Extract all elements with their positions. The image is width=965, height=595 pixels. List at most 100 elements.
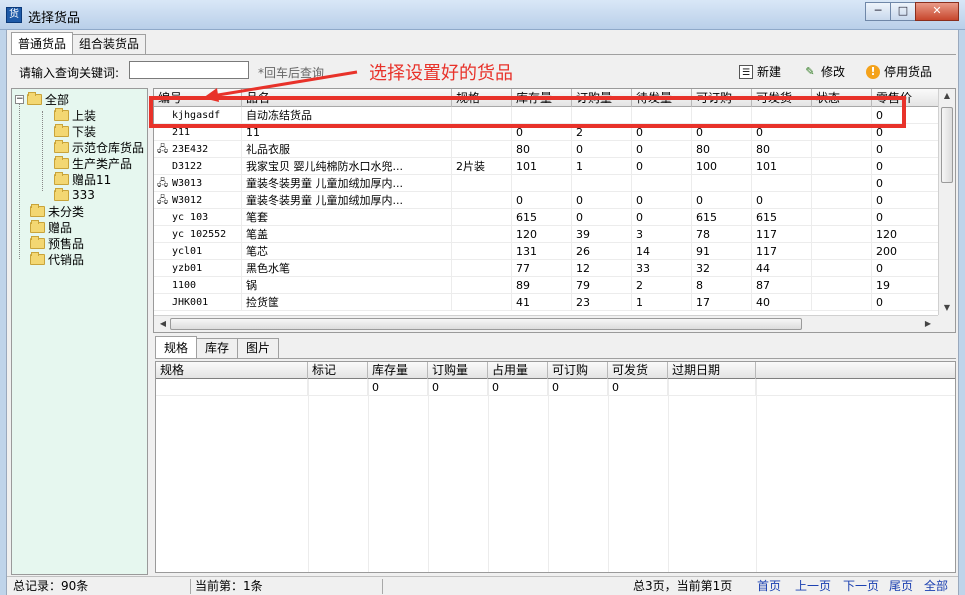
tree-item-tops[interactable]: 上装 xyxy=(54,107,96,123)
cell-code: D3122 xyxy=(154,158,242,175)
minimize-button[interactable]: ─ xyxy=(865,2,891,21)
tree-item-presale[interactable]: 预售品 xyxy=(30,235,84,251)
cell-pending xyxy=(632,107,692,124)
column-divider xyxy=(756,379,757,572)
cell-name: 锅 xyxy=(242,277,452,294)
tree-item-uncategorized[interactable]: 未分类 xyxy=(30,203,84,219)
column-header-name[interactable]: 品名 xyxy=(242,89,452,107)
edit-button[interactable]: ✎ 修改 xyxy=(803,63,845,80)
table-row[interactable]: kjhgasdf 自动冻结货品 0 xyxy=(154,107,939,124)
cell-pending: 3 xyxy=(632,226,692,243)
scroll-right-icon[interactable]: ▶ xyxy=(920,319,936,328)
cell-price: 0 xyxy=(872,158,939,175)
tree-item-gifts[interactable]: 赠品 xyxy=(30,219,72,235)
table-row[interactable]: JHK001 捡货筐 41 23 1 17 40 0 xyxy=(154,294,939,311)
table-row[interactable]: 🖧 W3012 童装冬装男童 儿童加绒加厚内... 0 0 0 0 0 0 xyxy=(154,192,939,209)
folder-icon xyxy=(54,171,69,185)
folder-icon xyxy=(54,187,69,201)
tree-item-333[interactable]: 333 xyxy=(54,187,95,203)
cell-name: 笔盖 xyxy=(242,226,452,243)
table-row[interactable]: 1100 锅 89 79 2 8 87 19 xyxy=(154,277,939,294)
search-input[interactable] xyxy=(129,61,249,79)
vertical-scrollbar[interactable]: ▲ ▼ xyxy=(938,89,955,317)
disable-goods-button[interactable]: ! 停用货品 xyxy=(866,63,932,80)
cell-ordered: 2 xyxy=(572,124,632,141)
column-header-orderable[interactable]: 可订购 xyxy=(548,362,608,379)
tree-item-bottoms[interactable]: 下装 xyxy=(54,123,96,139)
cell-orderable xyxy=(692,175,752,192)
tree-item-all[interactable]: − 全部 xyxy=(15,91,69,107)
table-row[interactable]: D3122 我家宝贝 婴儿纯棉防水口水兜... 2片装 101 1 0 100 101 0 xyxy=(154,158,939,175)
cell-status xyxy=(812,260,872,277)
scroll-thumb[interactable] xyxy=(170,318,802,330)
cell-stock: 89 xyxy=(512,277,572,294)
cell-stock xyxy=(512,175,572,192)
cell-shippable: 40 xyxy=(752,294,812,311)
column-header-mark[interactable]: 标记 xyxy=(308,362,368,379)
tree-connector xyxy=(19,101,20,259)
close-button[interactable]: ✕ xyxy=(915,2,959,21)
column-header-shippable[interactable]: 可发货 xyxy=(752,89,812,107)
column-header-spec[interactable]: 规格 xyxy=(156,362,308,379)
table-row[interactable]: yzb01 黑色水笔 77 12 33 32 44 0 xyxy=(154,260,939,277)
column-header-stock[interactable]: 库存量 xyxy=(512,89,572,107)
tree-item-consignment[interactable]: 代销品 xyxy=(30,251,84,267)
column-header-occupied[interactable]: 占用量 xyxy=(488,362,548,379)
column-header-ordered[interactable]: 订购量 xyxy=(428,362,488,379)
column-header-ordered[interactable]: 订购量 xyxy=(572,89,632,107)
table-row[interactable]: ycl01 笔芯 131 26 14 91 117 200 xyxy=(154,243,939,260)
cell-orderable: 32 xyxy=(692,260,752,277)
column-header-orderable[interactable]: 可订购 xyxy=(692,89,752,107)
next-page-link[interactable]: 下一页 xyxy=(843,578,879,594)
cell-spec xyxy=(156,379,308,396)
cell-name: 笔芯 xyxy=(242,243,452,260)
cell-spec xyxy=(452,277,512,294)
scroll-thumb[interactable] xyxy=(941,107,953,183)
column-header-price[interactable]: 零售价 xyxy=(872,89,939,107)
tab-normal-goods[interactable]: 普通货品 xyxy=(11,32,74,54)
folder-icon xyxy=(54,155,69,169)
table-row[interactable]: 211 11 0 2 0 0 0 0 xyxy=(154,124,939,141)
table-row[interactable]: yc 103 笔套 615 0 0 615 615 0 xyxy=(154,209,939,226)
tab-inventory[interactable]: 库存 xyxy=(196,338,239,358)
cell-shippable: 87 xyxy=(752,277,812,294)
column-header-pending[interactable]: 待发量 xyxy=(632,89,692,107)
tree-item-label: 示范仓库货品 xyxy=(72,140,145,155)
column-header-shippable[interactable]: 可发货 xyxy=(608,362,668,379)
horizontal-scrollbar[interactable]: ◀ ▶ xyxy=(154,315,939,332)
new-button[interactable]: ☰ 新建 xyxy=(739,63,781,80)
all-pages-link[interactable]: 全部 xyxy=(924,578,948,594)
column-header-status[interactable]: 状态 xyxy=(812,89,872,107)
column-header-stock[interactable]: 库存量 xyxy=(368,362,428,379)
tree-item-gift11[interactable]: 赠品11 xyxy=(54,171,111,187)
tree-item-demo-warehouse[interactable]: 示范仓库货品 xyxy=(54,139,144,155)
prev-page-link[interactable]: 上一页 xyxy=(795,578,831,594)
tab-images[interactable]: 图片 xyxy=(237,338,280,358)
cell-orderable: 100 xyxy=(692,158,752,175)
column-header-spec[interactable]: 规格 xyxy=(452,89,512,107)
status-bar: 总记录：90条 当前第：1条 总3页，当前第1页 首页 上一页 下一页 尾页 全… xyxy=(7,576,958,595)
cell-pending: 0 xyxy=(632,141,692,158)
first-page-link[interactable]: 首页 xyxy=(757,578,781,594)
cell-code: W3012 xyxy=(154,192,242,209)
last-page-link[interactable]: 尾页 xyxy=(889,578,913,594)
maximize-button[interactable]: □ xyxy=(890,2,916,21)
scroll-down-icon[interactable]: ▼ xyxy=(939,303,955,312)
window-title: 选择货品 xyxy=(28,11,81,26)
column-header-code[interactable]: 编号 xyxy=(154,89,242,107)
spec-row[interactable]: 0 0 0 0 0 xyxy=(156,379,955,396)
cell-spec xyxy=(452,226,512,243)
tree-item-production[interactable]: 生产类产品 xyxy=(54,155,132,171)
table-row[interactable]: yc 102552 笔盖 120 39 3 78 117 120 xyxy=(154,226,939,243)
table-row[interactable]: 🖧 23E432 礼品衣服 80 0 0 80 80 0 xyxy=(154,141,939,158)
table-row[interactable]: 🖧 W3013 童装冬装男童 儿童加绒加厚内... 0 xyxy=(154,175,939,192)
scroll-left-icon[interactable]: ◀ xyxy=(155,319,171,328)
cell-orderable: 78 xyxy=(692,226,752,243)
column-header-expiry[interactable]: 过期日期 xyxy=(668,362,756,379)
tab-combo-goods[interactable]: 组合装货品 xyxy=(72,34,147,54)
cell-status xyxy=(812,141,872,158)
tab-spec[interactable]: 规格 xyxy=(155,336,198,358)
scroll-up-icon[interactable]: ▲ xyxy=(939,91,955,100)
collapse-toggle-icon[interactable]: − xyxy=(15,94,24,104)
tree-item-label: 未分类 xyxy=(48,204,85,219)
